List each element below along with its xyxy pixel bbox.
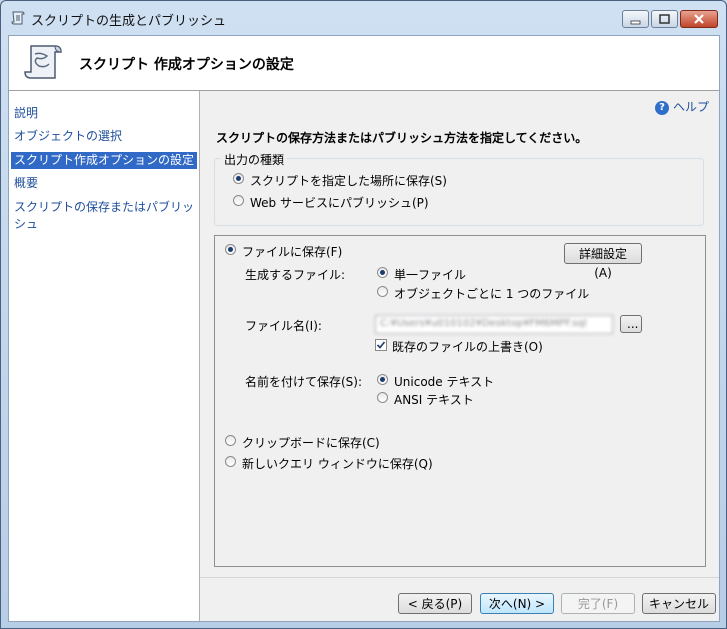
- single-file-label: 単一ファイル: [394, 268, 467, 282]
- save-options-panel: ファイルに保存(F) 詳細設定(A) 生成するファイル: 単一ファイル オブジェ…: [214, 235, 706, 567]
- page-title: スクリプト 作成オプションの設定: [79, 57, 294, 73]
- browse-button[interactable]: ...: [620, 315, 642, 333]
- unicode-text-label: Unicode テキスト: [394, 375, 495, 389]
- publish-web-service-label: Web サービスにパブリッシュ(P): [250, 196, 429, 210]
- save-to-clipboard-label: クリップボードに保存(C): [242, 436, 380, 450]
- filename-label: ファイル名(I):: [245, 319, 322, 333]
- wizard-nav: 説明 オブジェクトの選択 スクリプト作成オプションの設定 概要 スクリプトの保存…: [9, 91, 200, 621]
- file-per-object-label: オブジェクトごとに 1 つのファイル: [394, 287, 590, 301]
- save-to-query-window-label: 新しいクエリ ウィンドウに保存(Q): [242, 457, 433, 471]
- ansi-text-label: ANSI テキスト: [394, 393, 474, 407]
- checkbox-box: [375, 339, 387, 351]
- scroll-icon: [24, 45, 62, 79]
- radio-indicator: [377, 374, 388, 385]
- minimize-button[interactable]: [622, 10, 649, 28]
- nav-item-summary[interactable]: 概要: [11, 175, 197, 192]
- close-button[interactable]: [680, 10, 718, 28]
- radio-indicator: [225, 456, 236, 467]
- finish-button[interactable]: 完了(F): [561, 593, 635, 614]
- save-as-label: 名前を付けて保存(S):: [245, 375, 363, 389]
- output-type-group: 出力の種類 スクリプトを指定した場所に保存(S) Web サービスにパブリッシュ…: [214, 151, 704, 226]
- nav-item-script-options[interactable]: スクリプト作成オプションの設定: [11, 152, 197, 169]
- back-button[interactable]: < 戻る(P): [398, 593, 472, 614]
- output-type-label: 出力の種類: [221, 151, 288, 168]
- radio-indicator: [225, 435, 236, 446]
- maximize-icon: [659, 14, 670, 24]
- files-to-generate-label: 生成するファイル:: [245, 268, 346, 282]
- minimize-icon: [630, 20, 641, 25]
- radio-indicator: [377, 267, 388, 278]
- nav-item-select-objects[interactable]: オブジェクトの選択: [11, 128, 197, 145]
- save-to-file-label: ファイルに保存(F): [242, 245, 343, 259]
- instruction-text: スクリプトの保存方法またはパブリッシュ方法を指定してください。: [216, 131, 588, 145]
- filename-input[interactable]: C:¥Users¥u010102¥Desktop¥FM6MPF.sql: [375, 315, 613, 334]
- page-header: スクリプト 作成オプションの設定: [9, 36, 719, 91]
- overwrite-label: 既存のファイルの上書き(O): [392, 340, 543, 354]
- wizard-window: スクリプトの生成とパブリッシュ スクリプト 作成オプションの設定 説明 オブジェ…: [0, 0, 727, 629]
- title-bar[interactable]: スクリプトの生成とパブリッシュ: [1, 1, 726, 35]
- radio-indicator: [233, 195, 244, 206]
- maximize-button[interactable]: [651, 10, 678, 28]
- footer-divider: [200, 577, 719, 578]
- next-button[interactable]: 次へ(N) >: [480, 593, 554, 614]
- save-to-location-label: スクリプトを指定した場所に保存(S): [250, 174, 447, 188]
- help-icon: ?: [654, 100, 669, 115]
- cancel-button[interactable]: キャンセル: [642, 593, 716, 614]
- nav-item-save-or-publish[interactable]: スクリプトの保存またはパブリッシュ: [11, 199, 197, 231]
- radio-indicator: [233, 173, 244, 184]
- radio-indicator: [377, 286, 388, 297]
- check-icon: [376, 341, 386, 349]
- advanced-button[interactable]: 詳細設定(A): [564, 243, 642, 280]
- script-icon: [11, 11, 25, 25]
- radio-indicator: [225, 244, 236, 255]
- help-label: ヘルプ: [672, 100, 709, 114]
- main-panel: ? ヘルプ スクリプトの保存方法またはパブリッシュ方法を指定してください。 出力の…: [200, 91, 719, 621]
- close-icon: [694, 14, 704, 24]
- radio-indicator: [377, 392, 388, 403]
- wizard-client: スクリプト 作成オプションの設定 説明 オブジェクトの選択 スクリプト作成オプシ…: [8, 35, 720, 622]
- nav-item-description[interactable]: 説明: [11, 105, 197, 122]
- window-title: スクリプトの生成とパブリッシュ: [31, 14, 227, 29]
- help-link[interactable]: ? ヘルプ: [654, 98, 709, 115]
